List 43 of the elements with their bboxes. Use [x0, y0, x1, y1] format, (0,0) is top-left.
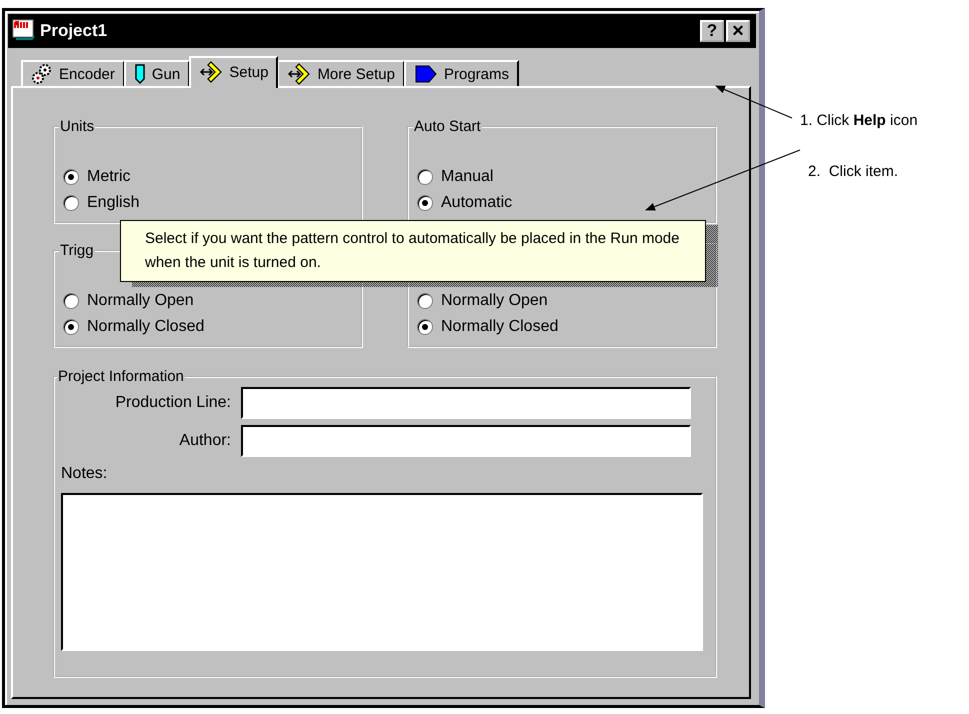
radio-label[interactable]: English: [87, 194, 140, 212]
notes-field[interactable]: [61, 493, 703, 651]
group-label: Units: [59, 118, 96, 135]
input-field[interactable]: [241, 425, 691, 457]
radio-label[interactable]: Manual: [441, 168, 494, 186]
group-label: Auto Start: [413, 118, 482, 135]
radio-button[interactable]: [417, 195, 433, 211]
close-button[interactable]: ×: [726, 20, 750, 42]
annotation-text: 1. Click Help icon: [800, 112, 918, 129]
radio-button[interactable]: [63, 293, 79, 309]
radio-button[interactable]: [417, 293, 433, 309]
field-label: Production Line:: [114, 394, 231, 412]
radio-label[interactable]: Metric: [87, 168, 131, 186]
window-title: Project1: [40, 21, 108, 41]
arrow-icon: [287, 63, 312, 85]
radio-label[interactable]: Normally Open: [441, 292, 548, 310]
radio-button[interactable]: [417, 169, 433, 185]
gears-icon: [31, 63, 53, 85]
radio-button[interactable]: [417, 319, 433, 335]
arrow-icon: [199, 61, 224, 83]
radio-button[interactable]: [63, 319, 79, 335]
field-label: Author:: [178, 432, 231, 450]
input-field[interactable]: [241, 387, 691, 419]
radio-label[interactable]: Normally Closed: [441, 318, 558, 336]
radio-label[interactable]: Automatic: [441, 194, 512, 212]
marker-icon: [134, 63, 146, 85]
radio-button[interactable]: [63, 195, 79, 211]
tab[interactable]: Gun: [124, 60, 190, 86]
radio-label[interactable]: Normally Open: [87, 292, 194, 310]
tooltip-text: Select if you want the pattern control to automatically be placed in the Run mode when the unit is turned on.: [145, 229, 680, 273]
document-icon: [12, 19, 36, 43]
radio-label[interactable]: Normally Closed: [87, 318, 204, 336]
annotation-text: 2. Click item.: [808, 163, 898, 180]
tab[interactable]: More Setup: [277, 60, 405, 86]
radio-button[interactable]: [63, 169, 79, 185]
tab[interactable]: Encoder: [21, 60, 125, 86]
group-label: Project Information: [57, 368, 185, 385]
tab[interactable]: Programs: [404, 60, 520, 86]
tab[interactable]: Setup: [189, 56, 278, 88]
field-label: Notes:: [61, 465, 108, 483]
help-button[interactable]: ?: [700, 20, 724, 42]
pointer-icon: [414, 63, 438, 85]
group-label: Trigg: [59, 242, 95, 259]
